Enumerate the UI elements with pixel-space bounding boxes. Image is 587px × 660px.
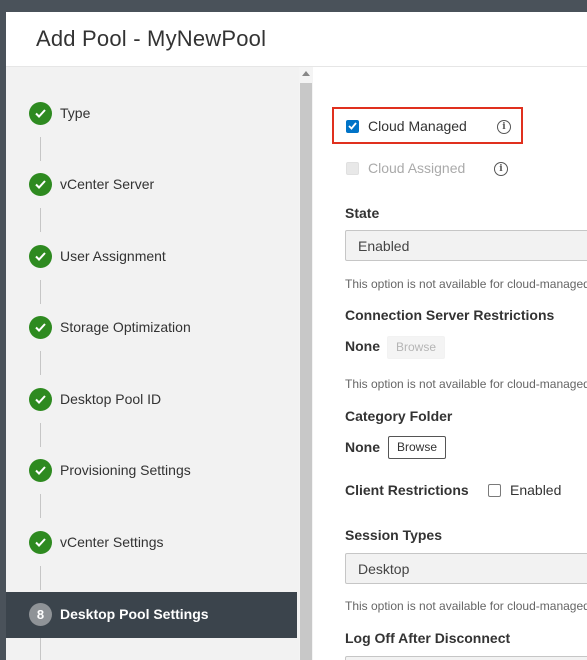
wizard-step-label: vCenter Settings [60,534,164,550]
wizard-step-label: Type [60,105,91,121]
log-off-after-disconnect-select[interactable] [345,656,587,660]
wizard-step-desktop-pool-settings[interactable]: 8 Desktop Pool Settings [6,592,297,638]
check-icon [29,102,52,125]
wizard-step-vcenter-server[interactable]: vCenter Server [6,162,297,208]
session-types-select[interactable]: Desktop [345,553,587,584]
wizard-step-label: vCenter Server [60,176,155,192]
state-heading: State [345,205,380,221]
category-folder-browse-button[interactable]: Browse [388,436,447,459]
step-connector [40,351,41,375]
sidebar-scrollbar[interactable] [299,67,313,660]
wizard-step-desktop-pool-id[interactable]: Desktop Pool ID [6,377,297,423]
wizard-step-vcenter-settings[interactable]: vCenter Settings [6,520,297,566]
check-icon [29,245,52,268]
wizard-sidebar: Type vCenter Server User Assignment Stor… [6,67,313,660]
session-types-heading: Session Types [345,527,443,543]
check-icon [29,316,52,339]
client-restrictions-heading: Client Restrictions [345,482,469,498]
wizard-step-label: Desktop Pool Settings [60,606,209,622]
wizard-step-storage-optimization[interactable]: Storage Optimization [6,305,297,351]
dialog-title: Add Pool - MyNewPool [36,26,267,51]
check-icon [29,531,52,554]
wizard-step-provisioning-settings[interactable]: Provisioning Settings [6,448,297,494]
wizard-step-label: Desktop Pool ID [60,391,162,407]
step-connector [40,638,41,660]
wizard-step-type[interactable]: Type [6,91,297,137]
info-icon[interactable]: i [494,162,508,176]
scroll-up-arrow-icon[interactable] [302,71,310,76]
add-pool-dialog: Add Pool - MyNewPool Type vCenter Server [6,12,587,660]
step-connector [40,423,41,447]
state-select[interactable]: Enabled [345,230,587,261]
step-connector [40,208,41,232]
step-connector [40,566,41,590]
state-note: This option is not available for cloud-m… [345,277,587,291]
session-types-select-value: Desktop [358,561,410,577]
cloud-assigned-checkbox[interactable] [346,162,359,175]
check-icon [29,459,52,482]
step-connector [40,137,41,161]
session-types-note: This option is not available for cloud-m… [345,599,587,613]
connection-server-restrictions-value: None [345,338,380,354]
wizard-step-label: User Assignment [60,248,166,264]
client-restrictions-checkbox[interactable] [488,484,501,497]
client-restrictions-label: Enabled [510,482,562,498]
cloud-managed-label: Cloud Managed [368,118,467,134]
cloud-assigned-label: Cloud Assigned [368,160,466,176]
category-folder-heading: Category Folder [345,408,453,424]
wizard-step-label: Provisioning Settings [60,462,191,478]
check-icon [29,173,52,196]
state-select-value: Enabled [358,238,410,254]
cloud-managed-checkbox[interactable] [346,120,359,133]
step-connector [40,280,41,304]
connection-server-browse-button[interactable]: Browse [387,336,446,359]
step-connector [40,494,41,518]
check-icon [29,388,52,411]
wizard-step-label: Storage Optimization [60,319,191,335]
connection-server-note: This option is not available for cloud-m… [345,377,587,391]
desktop-pool-settings-form: Cloud Managed i Cloud Assigned i State E… [328,67,587,660]
log-off-after-disconnect-heading: Log Off After Disconnect [345,630,511,646]
wizard-step-user-assignment[interactable]: User Assignment [6,234,297,280]
category-folder-value: None [345,439,380,455]
scrollbar-thumb[interactable] [300,83,312,660]
step-number-badge: 8 [29,603,52,626]
info-icon[interactable]: i [497,120,511,134]
connection-server-restrictions-heading: Connection Server Restrictions [345,307,555,323]
